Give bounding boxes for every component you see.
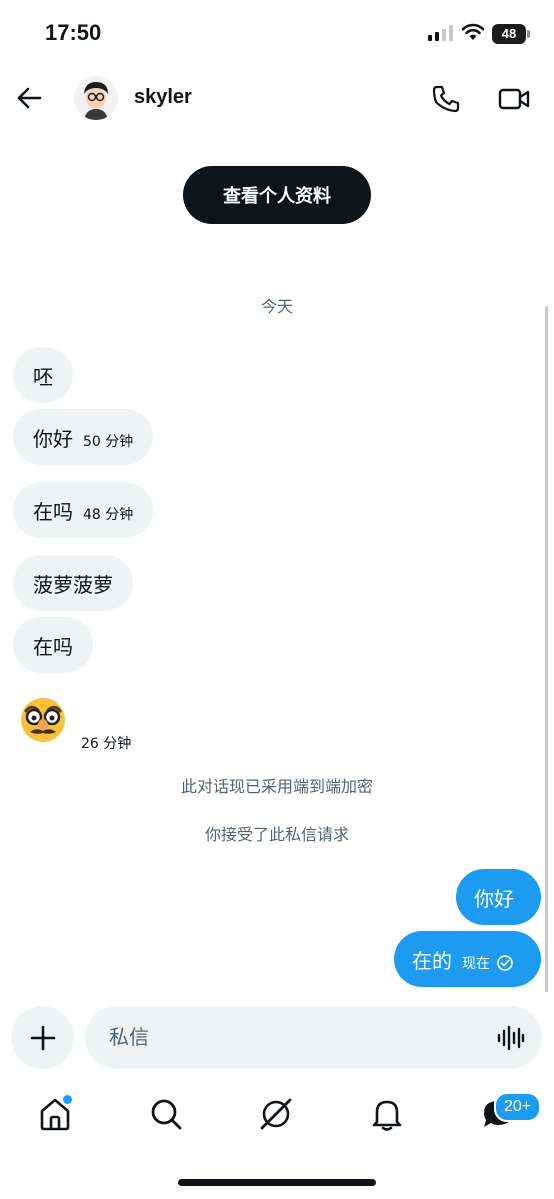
view-profile-button[interactable]: 查看个人资料: [183, 166, 371, 224]
message-time: 50 分钟: [83, 434, 134, 450]
battery-cap: [527, 30, 530, 38]
message-bubble-incoming[interactable]: 呸: [13, 347, 73, 403]
message-bubble-incoming[interactable]: 你好 50 分钟: [13, 409, 154, 465]
encryption-notice: 此对话现已采用端到端加密: [180, 777, 373, 796]
messages-badge: 20+: [494, 1092, 542, 1122]
notifications-bell-icon[interactable]: [369, 1096, 405, 1132]
message-bubble-incoming[interactable]: 在吗 48 分钟: [13, 482, 154, 538]
phone-call-icon[interactable]: [431, 84, 461, 114]
battery-icon: 48: [492, 24, 526, 44]
voice-message-icon[interactable]: [497, 1025, 525, 1051]
message-text: 菠萝菠萝: [33, 572, 113, 597]
plus-icon: [30, 1025, 55, 1050]
status-time: 17:50: [45, 20, 102, 45]
message-text: 你好: [474, 886, 514, 911]
message-input-placeholder: 私信: [109, 1025, 149, 1049]
grok-icon[interactable]: [258, 1096, 294, 1132]
request-accepted-notice: 你接受了此私信请求: [204, 825, 349, 844]
scrollbar[interactable]: [545, 306, 548, 992]
date-separator: 今天: [260, 297, 293, 316]
message-input[interactable]: 私信: [85, 1006, 542, 1069]
message-time: 48 分钟: [83, 507, 134, 523]
message-bubble-incoming[interactable]: 在吗: [13, 617, 93, 673]
cellular-signal-icon: [428, 25, 453, 41]
message-time: 现在: [462, 956, 490, 972]
message-text: 你好: [33, 426, 73, 451]
message-bubble-outgoing[interactable]: 你好: [456, 869, 541, 925]
message-text: 在吗: [33, 634, 73, 659]
home-notification-dot: [61, 1093, 74, 1106]
message-time: 26 分钟: [81, 736, 132, 752]
message-bubble-incoming[interactable]: 菠萝菠萝: [13, 555, 133, 611]
message-bubble-outgoing[interactable]: 在的 现在: [394, 931, 541, 987]
avatar-illustration: [74, 76, 118, 120]
avatar[interactable]: [74, 76, 118, 120]
home-indicator[interactable]: [178, 1179, 376, 1186]
video-call-icon[interactable]: [498, 86, 530, 112]
wifi-icon: [461, 23, 485, 40]
disguised-face-emoji[interactable]: [18, 694, 68, 744]
chat-username[interactable]: skyler: [134, 86, 192, 109]
back-arrow-icon[interactable]: [16, 86, 42, 110]
message-text: 在的: [412, 948, 452, 973]
battery-level: 48: [501, 26, 517, 41]
message-text: 呸: [33, 364, 53, 389]
sent-check-icon: [497, 955, 513, 971]
search-icon[interactable]: [148, 1096, 184, 1132]
message-text: 在吗: [33, 499, 73, 524]
add-attachment-button[interactable]: [11, 1006, 74, 1069]
